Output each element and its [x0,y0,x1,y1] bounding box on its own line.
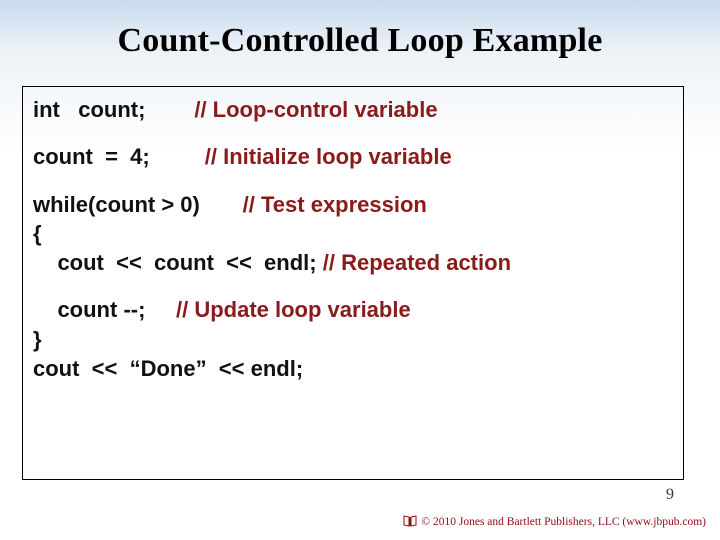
code-line-1: int count; // Loop-control variable [33,97,673,122]
code-text: count --; [33,297,145,322]
code-comment: // Loop-control variable [194,97,437,122]
code-text: { [33,221,42,246]
copyright-text: © 2010 Jones and Bartlett Publishers, LL… [421,516,706,528]
book-icon [403,515,417,530]
code-comment: // Update loop variable [176,297,411,322]
code-text: int count; [33,97,145,122]
code-text: count = 4; [33,144,150,169]
slide-title: Count-Controlled Loop Example [0,0,720,60]
code-text: cout << count << endl; [33,250,317,275]
code-comment: // Repeated action [323,250,511,275]
code-comment: // Test expression [243,192,427,217]
code-comment: // Initialize loop variable [205,144,452,169]
code-text: while(count > 0) [33,192,200,217]
code-text: } [33,327,42,352]
code-line-7: } [33,327,673,352]
slide: Count-Controlled Loop Example int count;… [0,0,720,540]
code-box: int count; // Loop-control variable coun… [22,86,684,480]
code-line-6: count --; // Update loop variable [33,297,673,322]
code-line-5: cout << count << endl; // Repeated actio… [33,250,673,275]
code-line-2: count = 4; // Initialize loop variable [33,144,673,169]
code-line-8: cout << “Done” << endl; [33,356,673,381]
code-text: cout << “Done” << endl; [33,356,303,381]
code-line-3: while(count > 0) // Test expression [33,192,673,217]
page-number: 9 [666,486,674,504]
code-line-4: { [33,221,673,246]
copyright-line: © 2010 Jones and Bartlett Publishers, LL… [403,515,706,530]
